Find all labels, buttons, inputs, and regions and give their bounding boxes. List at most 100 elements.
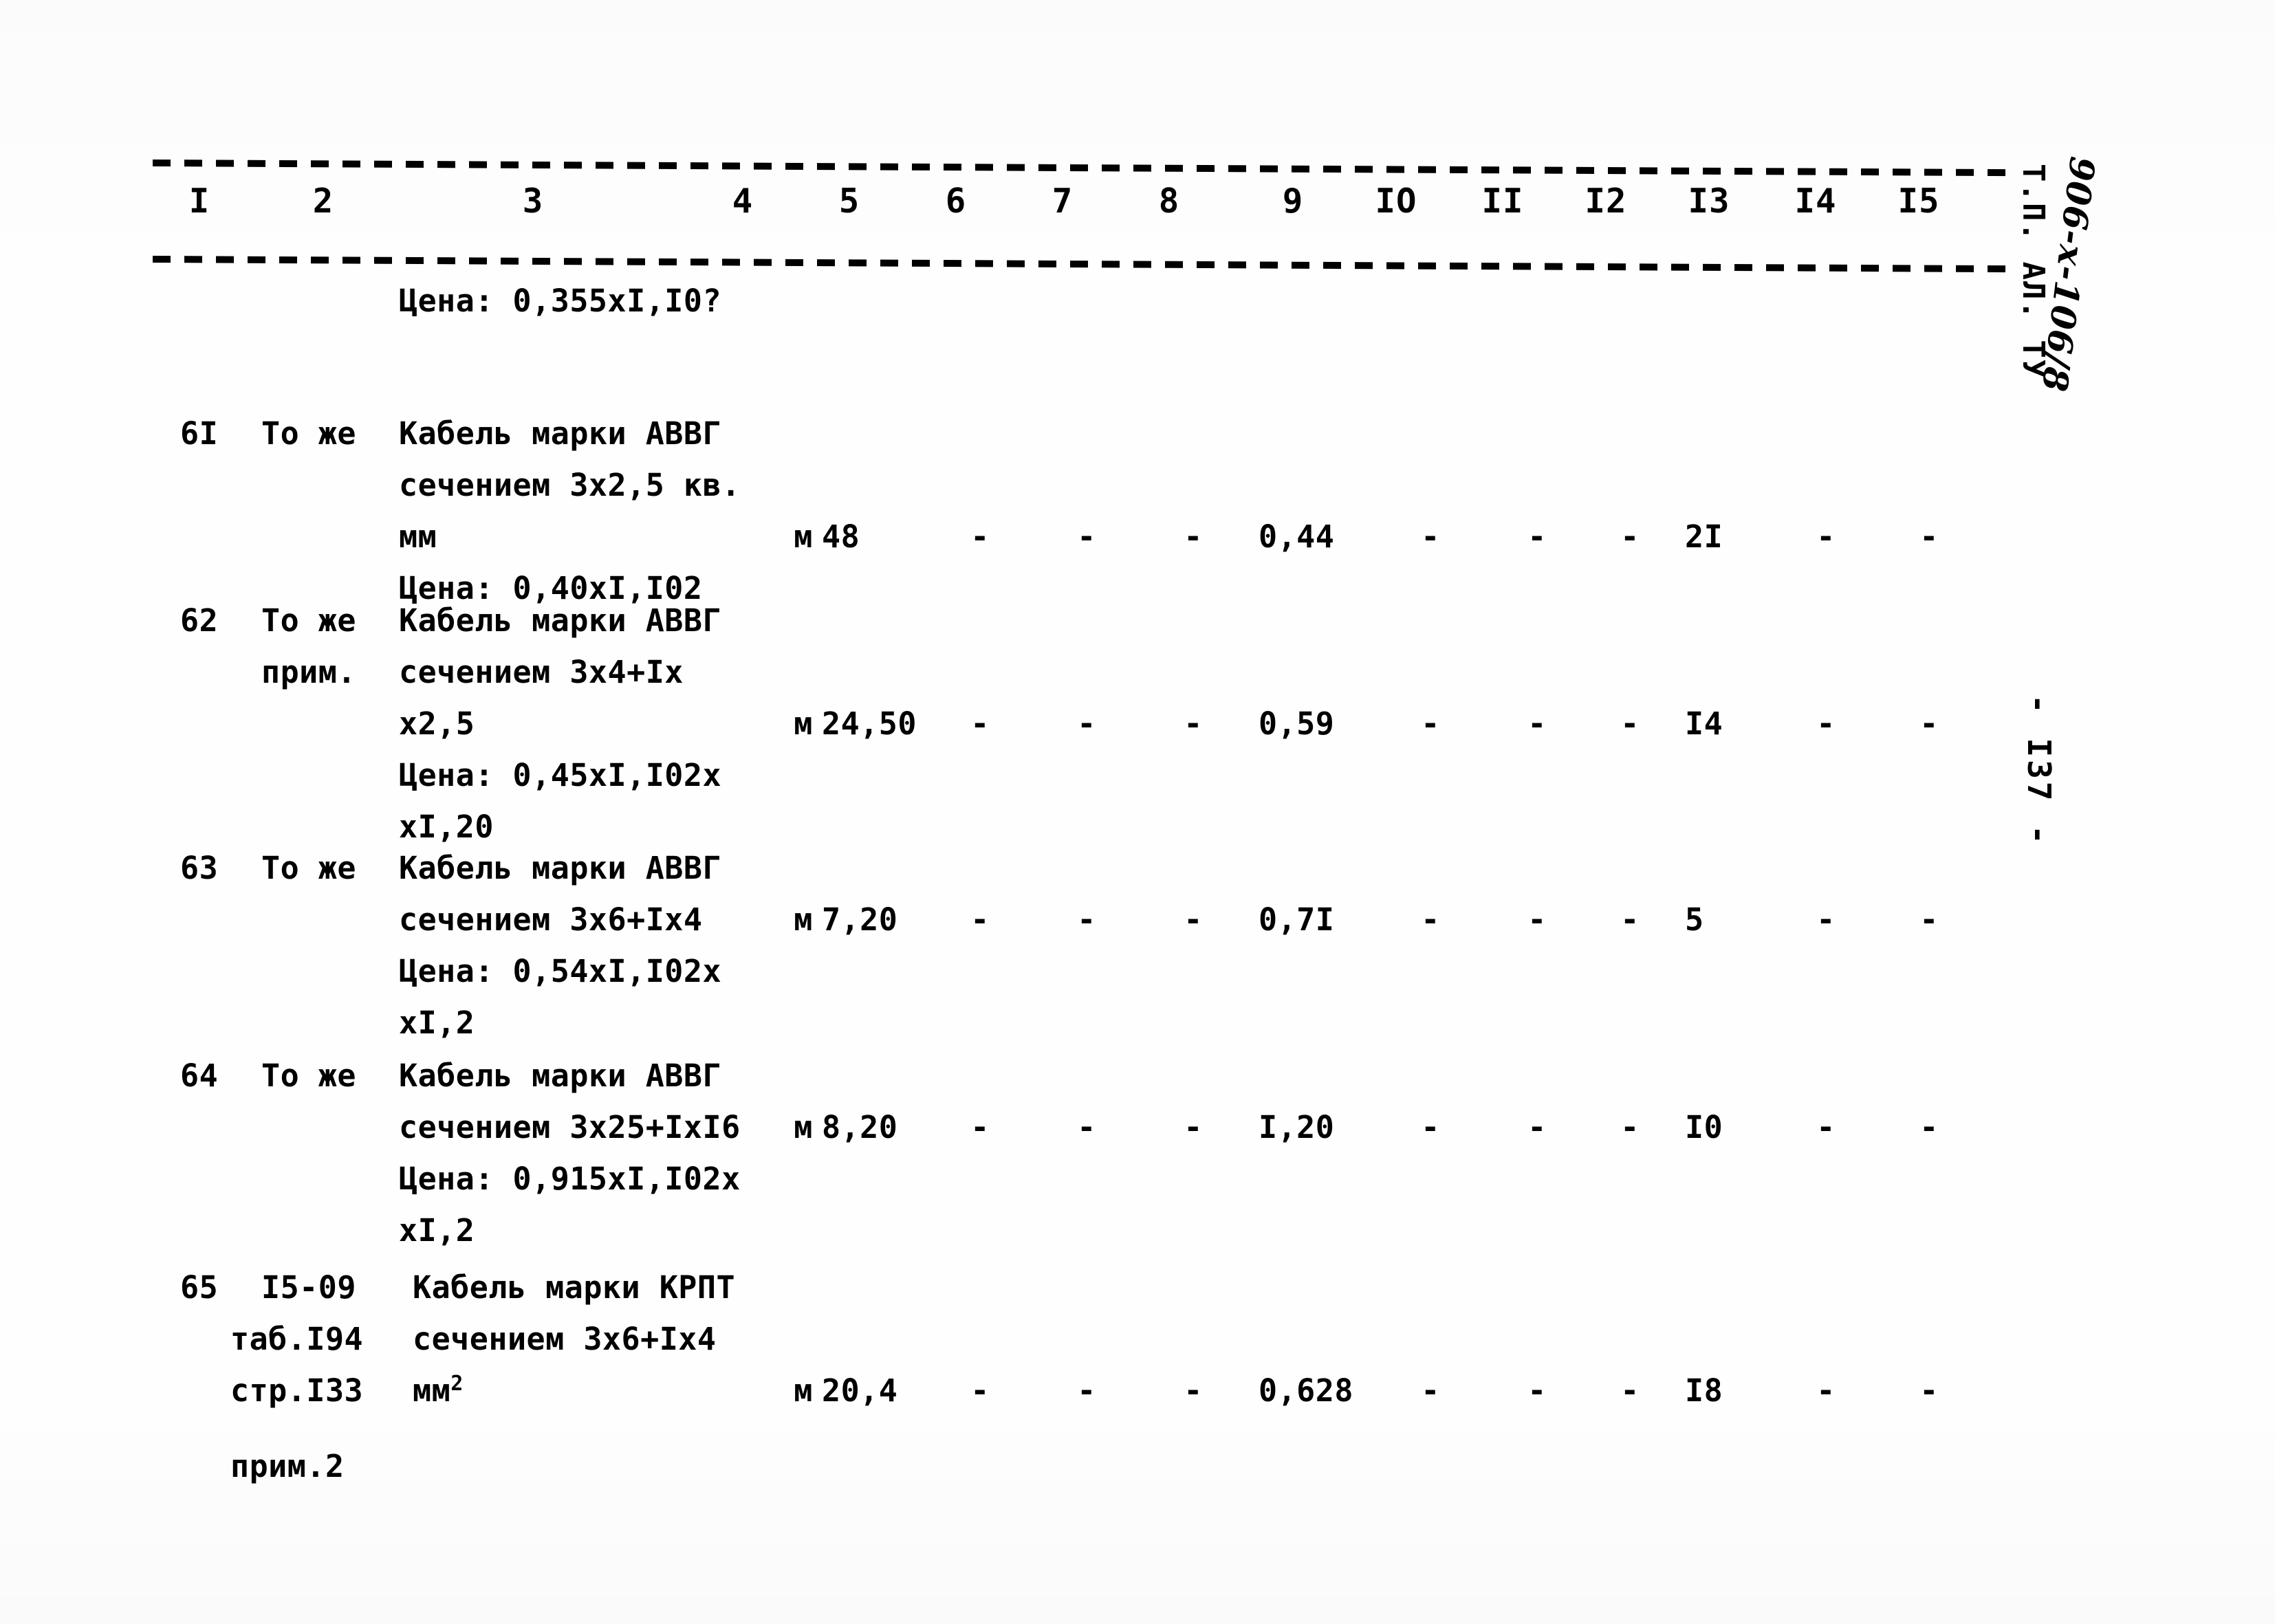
row-4-dash-3: - <box>1184 1109 1203 1145</box>
row-2-number: 62 <box>180 602 219 639</box>
row-3-dash-6: - <box>1620 901 1640 938</box>
row-3-name-line-2: сечением 3х6+Iх4 <box>399 901 703 938</box>
row-3-name-line-1: Кабель марки АВВГ <box>399 850 722 886</box>
row-2-dash-1: - <box>970 705 990 742</box>
row-2-count: I4 <box>1685 705 1723 742</box>
row-5-dash-8: - <box>1919 1372 1939 1409</box>
row-5-justification-3: стр.I33 <box>230 1372 364 1409</box>
row-2-unit: м <box>794 705 813 742</box>
column-header-9: 9 <box>1282 182 1304 221</box>
row-5-name-line-2: сечением 3х6+Iх4 <box>413 1321 717 1357</box>
table-row: 62 То же прим. Кабель марки АВВГ сечение… <box>0 533 2063 845</box>
column-header-15: I5 <box>1897 182 1940 221</box>
row-5-justification-2: таб.I94 <box>230 1321 364 1357</box>
row-1-name-line-1: Кабель марки АВВГ <box>399 415 722 452</box>
row-2-dash-6: - <box>1620 705 1640 742</box>
row-4-dash-1: - <box>970 1109 990 1145</box>
row-5-unit: м <box>794 1372 813 1409</box>
row-3-justification: То же <box>261 850 356 886</box>
column-header-7: 7 <box>1052 182 1074 221</box>
table-rule-top <box>152 160 2018 177</box>
row-4-value: I,20 <box>1259 1109 1335 1145</box>
row-3-dash-4: - <box>1421 901 1440 938</box>
row-2-justification-2: прим. <box>261 654 356 690</box>
row-5-dash-4: - <box>1421 1372 1440 1409</box>
row-2-dash-4: - <box>1421 705 1440 742</box>
column-header-13: I3 <box>1688 182 1730 221</box>
row-4-qty: 8,20 <box>822 1109 898 1145</box>
row-4-dash-7: - <box>1816 1109 1836 1145</box>
table-body: Цена: 0,355хI,I0? 6I То же Кабель марки … <box>0 275 2063 1484</box>
row-4-justification: То же <box>261 1057 356 1094</box>
row-2-dash-5: - <box>1527 705 1547 742</box>
row-5-dash-1: - <box>970 1372 990 1409</box>
row-5-dash-2: - <box>1077 1372 1096 1409</box>
row-3-dash-3: - <box>1184 901 1203 938</box>
row-5-dash-7: - <box>1816 1372 1836 1409</box>
row-4-dash-8: - <box>1919 1109 1939 1145</box>
table-row: 6I То же Кабель марки АВВГ сечением 3х2,… <box>0 327 2063 606</box>
row-4-name-line-1: Кабель марки АВВГ <box>399 1057 722 1094</box>
row-4-dash-6: - <box>1620 1109 1640 1145</box>
column-header-6: 6 <box>945 182 967 221</box>
row-5-unit-label: мм <box>413 1372 451 1409</box>
row-5-number: 65 <box>180 1269 219 1306</box>
row-5-qty: 20,4 <box>822 1372 898 1409</box>
row-4-dash-2: - <box>1077 1109 1096 1145</box>
table-rule-bottom <box>152 256 2018 273</box>
row-2-name-line-3: х2,5 <box>399 705 475 742</box>
column-header-8: 8 <box>1158 182 1180 221</box>
row-4-unit: м <box>794 1109 813 1145</box>
row-2-name-line-2: сечением 3х4+Iх <box>399 654 684 690</box>
column-header-3: 3 <box>522 182 544 221</box>
row-1-justification: То же <box>261 415 356 452</box>
table-column-header-row: I 2 3 4 5 6 7 8 9 IO II I2 I3 I4 I5 <box>0 184 2063 246</box>
row-3-dash-2: - <box>1077 901 1096 938</box>
row-4-dash-4: - <box>1421 1109 1440 1145</box>
row-2-justification: То же <box>261 602 356 639</box>
column-header-12: I2 <box>1585 182 1627 221</box>
column-header-11: II <box>1481 182 1524 221</box>
row-3-number: 63 <box>180 850 219 886</box>
column-header-4: 4 <box>732 182 754 221</box>
row-5-justification-1: I5-09 <box>261 1269 356 1306</box>
row-3-dash-1: - <box>970 901 990 938</box>
row-5-dash-3: - <box>1184 1372 1203 1409</box>
row-2-qty: 24,50 <box>822 705 917 742</box>
row-5-count: I8 <box>1685 1372 1723 1409</box>
column-header-1: I <box>188 182 210 221</box>
row-2-dash-3: - <box>1184 705 1203 742</box>
column-header-5: 5 <box>838 182 860 221</box>
row-5-dash-5: - <box>1527 1372 1547 1409</box>
column-header-2: 2 <box>312 182 334 221</box>
row-4-count: I0 <box>1685 1109 1723 1145</box>
row-3-unit: м <box>794 901 813 938</box>
row-0-name-line-1: Цена: 0,355хI,I0? <box>399 283 722 319</box>
row-3-dash-5: - <box>1527 901 1547 938</box>
row-4-name-line-2: сечением 3х25+IхI6 <box>399 1109 741 1145</box>
row-4-dash-5: - <box>1527 1109 1547 1145</box>
row-5-name-line-1: Кабель марки КРПТ <box>413 1269 736 1306</box>
row-5-justification-4: прим.2 <box>230 1448 345 1484</box>
row-5-name-line-3: мм2 <box>413 1365 798 1416</box>
row-3-value: 0,7I <box>1259 901 1335 938</box>
row-3-dash-8: - <box>1919 901 1939 938</box>
row-5-dash-6: - <box>1620 1372 1640 1409</box>
table-row: Цена: 0,355хI,I0? <box>0 275 2063 327</box>
page-number: - I37 - <box>2021 694 2058 847</box>
row-2-dash-8: - <box>1919 705 1939 742</box>
row-5-name-superscript: 2 <box>450 1372 464 1396</box>
table-row: 63 То же Кабель марки АВВГ сечением 3х6+… <box>0 753 2063 1041</box>
row-5-value: 0,628 <box>1259 1372 1353 1409</box>
row-2-name-line-1: Кабель марки АВВГ <box>399 602 722 639</box>
row-1-number: 6I <box>180 415 219 452</box>
document-page: I 2 3 4 5 6 7 8 9 IO II I2 I3 I4 I5 Цена… <box>0 0 2275 1624</box>
row-1-name-line-2: сечением 3х2,5 кв. <box>399 467 741 503</box>
row-3-dash-7: - <box>1816 901 1836 938</box>
row-4-number: 64 <box>180 1057 219 1094</box>
column-header-10: IO <box>1375 182 1417 221</box>
row-3-count: 5 <box>1685 901 1704 938</box>
row-2-dash-7: - <box>1816 705 1836 742</box>
row-3-qty: 7,20 <box>822 901 898 938</box>
table-row: 65 I5-09 таб.I94 стр.I33 прим.2 Кабель м… <box>0 1165 2063 1484</box>
